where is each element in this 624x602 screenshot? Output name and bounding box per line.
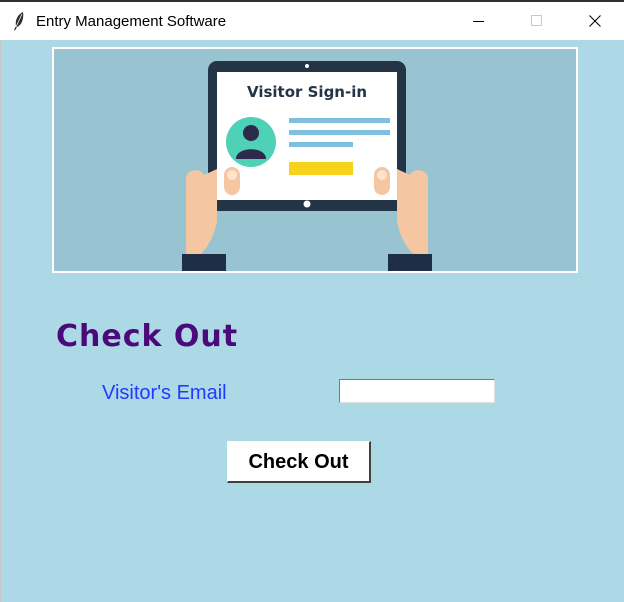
minimize-icon — [473, 21, 484, 22]
window-title: Entry Management Software — [36, 13, 227, 30]
page-title: Check Out — [56, 319, 239, 354]
email-label: Visitor's Email — [102, 382, 227, 404]
tablet-illustration: Visitor Sign-in — [54, 49, 576, 271]
close-icon — [589, 15, 601, 27]
banner-text: Visitor Sign-in — [247, 83, 367, 101]
window-client-area: Visitor Sign-in Check Out Visitor's Emai… — [0, 40, 624, 602]
maximize-button[interactable] — [514, 2, 560, 40]
visitor-sign-in-banner: Visitor Sign-in — [52, 47, 578, 273]
feather-icon — [14, 12, 24, 31]
minimize-button[interactable] — [456, 2, 502, 40]
maximize-icon — [531, 15, 542, 26]
email-field[interactable] — [339, 379, 495, 403]
close-button[interactable] — [572, 2, 618, 40]
title-bar[interactable]: Entry Management Software — [0, 2, 624, 40]
check-out-button[interactable]: Check Out — [227, 441, 371, 483]
